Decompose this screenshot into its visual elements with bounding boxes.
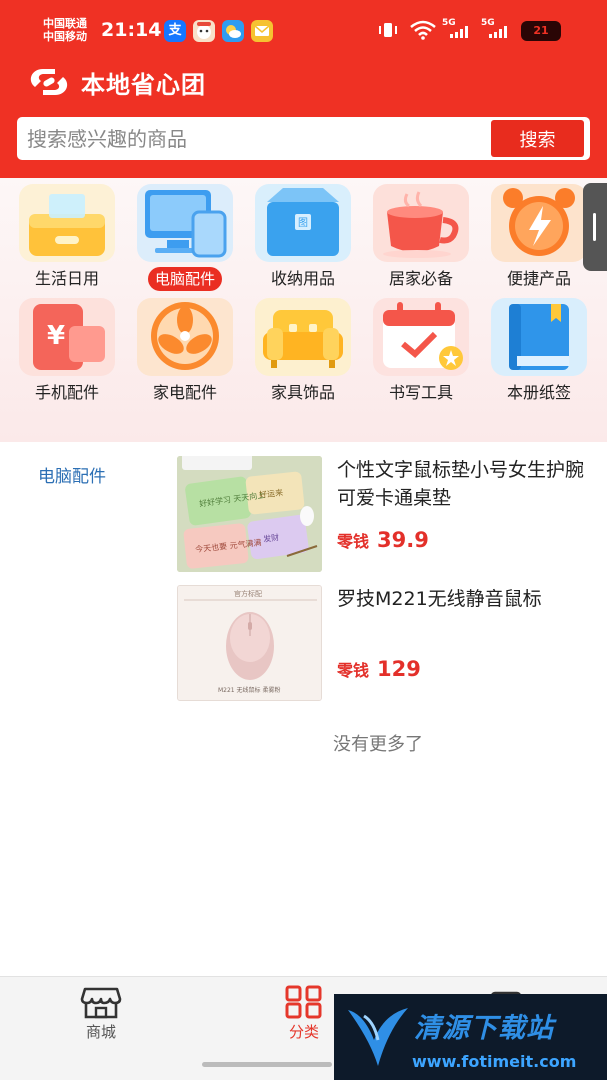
watermark: 清源下载站 www.fotimeit.com bbox=[334, 994, 607, 1080]
search-bar: 搜索 bbox=[17, 117, 590, 160]
category-label: 收纳用品 bbox=[270, 269, 335, 288]
computer-icon bbox=[137, 184, 233, 262]
category-label: 便捷产品 bbox=[506, 269, 571, 288]
clock: 21:14 bbox=[101, 19, 162, 41]
category-label: 家电配件 bbox=[152, 383, 217, 402]
category-label: 本册纸签 bbox=[506, 383, 571, 402]
carrier-2: 中国移动 bbox=[43, 30, 87, 43]
status-bar: 中国联通 中国移动 21:14 支 5G 5G 21 bbox=[0, 0, 607, 60]
category-item-storage[interactable]: 图 收纳用品 bbox=[245, 182, 361, 292]
store-icon bbox=[80, 987, 122, 1019]
storage-box-icon: 图 bbox=[255, 184, 351, 262]
teacup-icon bbox=[373, 184, 469, 262]
product-card[interactable]: 好好学习 天天向上 好运来 今天也要 元气满满 发财 个性文字鼠标垫小号女生护腕… bbox=[177, 456, 587, 574]
signal-1-icon bbox=[450, 26, 468, 38]
category-item-daily[interactable]: 生活日用 bbox=[9, 182, 125, 292]
category-label: 生活日用 bbox=[34, 269, 99, 288]
price-value: 39.9 bbox=[377, 528, 429, 552]
category-item-computer[interactable]: 电脑配件 bbox=[127, 182, 243, 292]
product-title[interactable]: 个性文字鼠标垫小号女生护腕可爱卡通桌垫 bbox=[337, 456, 592, 512]
app-name: 本地省心团 bbox=[81, 70, 206, 99]
category-item-home[interactable]: 居家必备 bbox=[363, 182, 479, 292]
category-label: 手机配件 bbox=[34, 383, 99, 402]
alipay-icon: 支 bbox=[164, 20, 186, 42]
category-label: 电脑配件 bbox=[148, 267, 222, 291]
current-category-label[interactable]: 电脑配件 bbox=[38, 462, 106, 487]
price-value: 129 bbox=[377, 657, 421, 681]
category-item-phone[interactable]: ¥ 手机配件 bbox=[9, 296, 125, 406]
calendar-check-icon bbox=[373, 298, 469, 376]
alarm-clock-icon bbox=[491, 184, 587, 262]
watermark-logo-icon bbox=[348, 1008, 408, 1066]
brand-logo-icon bbox=[30, 69, 68, 95]
thumb-subcaption: M221 无线鼠标 柔雾粉 bbox=[218, 686, 280, 694]
category-item-notebook[interactable]: 本册纸签 bbox=[481, 296, 597, 406]
category-item-convenient[interactable]: 便捷产品 bbox=[481, 182, 597, 292]
thumb-caption: 官方标配 bbox=[234, 589, 262, 598]
carrier-info: 中国联通 中国移动 bbox=[43, 17, 87, 43]
battery-indicator: 21 bbox=[521, 21, 561, 41]
cat-app-icon bbox=[193, 20, 215, 42]
product-card[interactable]: 官方标配 M221 无线鼠标 柔雾粉 罗技M221无线静音鼠标 零钱 129 bbox=[177, 585, 587, 703]
category-label: 居家必备 bbox=[388, 269, 453, 288]
phone-wallet-icon: ¥ bbox=[19, 298, 115, 376]
svg-text:¥: ¥ bbox=[47, 321, 65, 351]
floating-side-handle[interactable] bbox=[583, 183, 607, 271]
product-thumbnail[interactable]: 好好学习 天天向上 好运来 今天也要 元气满满 发财 bbox=[177, 456, 322, 572]
tab-category[interactable]: 分类 bbox=[264, 985, 344, 1045]
no-more-text: 没有更多了 bbox=[333, 734, 423, 755]
search-button[interactable]: 搜索 bbox=[491, 120, 584, 157]
category-item-appliance[interactable]: 家电配件 bbox=[127, 296, 243, 406]
tab-label: 商城 bbox=[85, 1023, 116, 1041]
product-title[interactable]: 罗技M221无线静音鼠标 bbox=[337, 585, 592, 613]
signal-2-icon bbox=[489, 26, 507, 38]
app-header: 中国联通 中国移动 21:14 支 5G 5G 21 本地省心团 搜索感兴趣的商… bbox=[0, 0, 607, 178]
vibrate-icon bbox=[379, 23, 397, 37]
tab-label: 分类 bbox=[288, 1023, 319, 1041]
weather-icon bbox=[222, 20, 244, 42]
category-item-furniture[interactable]: 家具饰品 bbox=[245, 296, 361, 406]
watermark-url: www.fotimeit.com bbox=[412, 1052, 577, 1071]
mail-icon bbox=[251, 20, 273, 42]
product-thumbnail[interactable]: 官方标配 M221 无线鼠标 柔雾粉 bbox=[177, 585, 322, 701]
price-unit: 零钱 bbox=[337, 532, 370, 551]
carrier-1: 中国联通 bbox=[43, 17, 87, 30]
category-panel: 生活日用 电脑配件 图 收纳用品 居家必备 便捷产品 ¥ 手机配件 家电配件 家… bbox=[0, 178, 607, 609]
category-label: 家具饰品 bbox=[270, 383, 335, 402]
drawer-box-icon bbox=[19, 184, 115, 262]
product-price: 零钱 129 bbox=[337, 657, 421, 681]
category-item-writing[interactable]: 书写工具 bbox=[363, 296, 479, 406]
product-price: 零钱 39.9 bbox=[337, 528, 429, 552]
category-label: 书写工具 bbox=[388, 383, 453, 402]
sofa-icon bbox=[255, 298, 351, 376]
brand: 本地省心团 bbox=[25, 63, 206, 101]
watermark-title: 清源下载站 bbox=[414, 1013, 554, 1044]
wifi-icon bbox=[410, 20, 436, 40]
notebook-icon bbox=[491, 298, 587, 376]
home-indicator[interactable] bbox=[202, 1062, 332, 1067]
category-grid-icon bbox=[285, 985, 322, 1019]
search-input[interactable] bbox=[27, 117, 487, 160]
fan-icon bbox=[137, 298, 233, 376]
price-unit: 零钱 bbox=[337, 661, 370, 680]
tab-mall[interactable]: 商城 bbox=[61, 985, 141, 1045]
svg-text:图: 图 bbox=[298, 217, 308, 229]
